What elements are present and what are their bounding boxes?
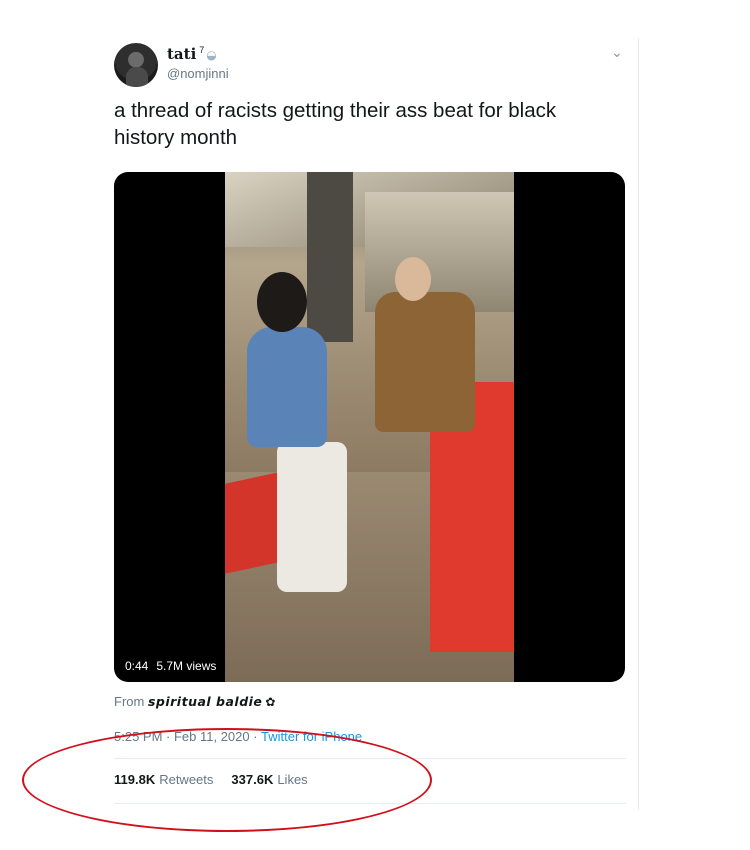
- source-prefix: From: [114, 694, 145, 709]
- column-divider: [638, 38, 639, 810]
- source-name[interactable]: spiritual baldie: [148, 694, 262, 709]
- video-badge: 0:44 5.7M views: [121, 656, 221, 676]
- video-player[interactable]: [114, 172, 625, 682]
- video-frame: [225, 172, 514, 682]
- video-duration: 0:44: [125, 659, 149, 673]
- video-views: 5.7M views: [156, 659, 217, 673]
- avatar-figure: [126, 67, 148, 87]
- video-source: From spiritual baldie ✿: [114, 694, 275, 709]
- chevron-down-icon[interactable]: ⌄: [611, 44, 623, 61]
- avatar[interactable]: [114, 43, 158, 87]
- author-name-superscript: 7: [199, 45, 205, 55]
- tweet-text: a thread of racists getting their ass be…: [114, 99, 557, 149]
- author-name[interactable]: tati 7 ◒: [167, 45, 217, 63]
- author-handle[interactable]: @nomjinni: [167, 66, 229, 81]
- flower-icon: ✿: [265, 695, 276, 709]
- swan-icon: ◒: [206, 48, 217, 62]
- annotation-ellipse: [22, 728, 432, 832]
- author-display-name: tati: [167, 45, 197, 63]
